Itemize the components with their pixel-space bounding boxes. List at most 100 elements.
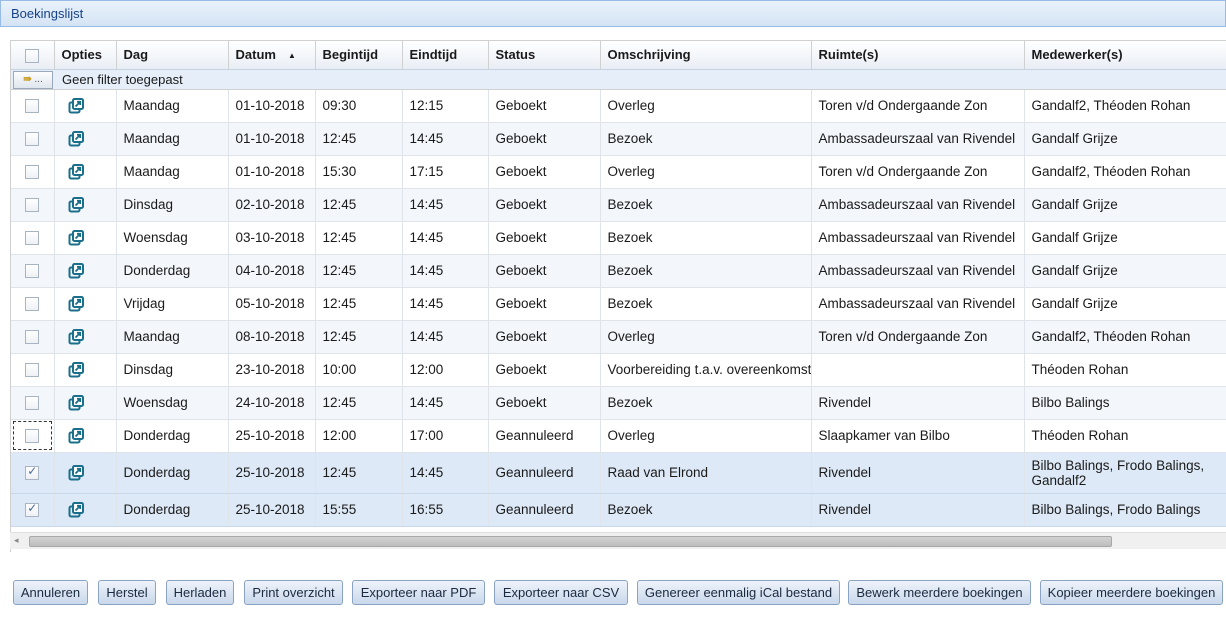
row-select-cell[interactable] [11, 221, 55, 255]
restore-button[interactable]: Herstel [98, 580, 156, 605]
row-select-cell[interactable] [11, 386, 55, 420]
bookings-grid[interactable]: Opties Dag Datum ▲ Begintijd Eindtijd Sta… [10, 40, 1226, 552]
status-cell: Geboekt [488, 320, 601, 354]
row-checkbox[interactable] [25, 99, 40, 114]
open-external-icon[interactable] [68, 163, 84, 180]
column-header-date[interactable]: Datum ▲ [228, 41, 316, 70]
open-external-icon[interactable] [68, 130, 84, 147]
table-row[interactable]: Maandag 01-10-2018 15:30 17:15 Geboekt Overle… [11, 155, 1226, 189]
rooms-cell: Rivendel [811, 452, 1025, 494]
open-external-icon[interactable] [68, 196, 84, 213]
start-time-cell: 12:45 [315, 452, 403, 494]
row-checkbox[interactable] [25, 264, 40, 279]
employees-cell: Gandalf2, Théoden Rohan [1024, 320, 1226, 354]
print-overview-button[interactable]: Print overzicht [244, 580, 343, 605]
copy-multiple-button[interactable]: Kopieer meerdere boekingen [1040, 580, 1223, 605]
row-select-cell[interactable] [11, 254, 55, 288]
row-select-cell[interactable] [11, 452, 55, 494]
generate-ical-button[interactable]: Genereer eenmalig iCal bestand [637, 580, 840, 605]
horizontal-scrollbar[interactable]: ◂ [10, 532, 1226, 549]
row-checkbox[interactable] [25, 429, 40, 444]
open-external-icon[interactable] [68, 501, 84, 518]
column-header-start[interactable]: Begintijd [315, 41, 403, 70]
row-checkbox[interactable] [25, 363, 40, 378]
row-checkbox[interactable] [25, 132, 40, 147]
column-header-end[interactable]: Eindtijd [402, 41, 489, 70]
select-all-header[interactable] [11, 41, 55, 70]
row-checkbox[interactable] [25, 231, 40, 246]
open-external-icon[interactable] [68, 262, 84, 279]
description-cell: Overleg [600, 419, 812, 453]
start-time-cell: 12:45 [315, 188, 403, 222]
start-time-cell: 09:30 [315, 89, 403, 123]
table-row[interactable]: Woensdag 24-10-2018 12:45 14:45 Geboekt Bezoe… [11, 386, 1226, 420]
table-row[interactable]: Woensdag 03-10-2018 12:45 14:45 Geboekt Bezoe… [11, 221, 1226, 255]
open-external-icon[interactable] [68, 427, 84, 444]
open-external-icon[interactable] [68, 229, 84, 246]
open-external-icon[interactable] [68, 97, 84, 114]
row-checkbox[interactable] [25, 396, 40, 411]
start-time-cell: 12:45 [315, 221, 403, 255]
column-header-day[interactable]: Dag [116, 41, 229, 70]
table-row[interactable]: Donderdag25-10-201815:5516:55Geannuleerd… [11, 493, 1226, 527]
row-select-cell[interactable] [11, 419, 55, 453]
open-external-icon[interactable] [68, 361, 84, 378]
reload-button[interactable]: Herladen [166, 580, 234, 605]
table-row[interactable]: Donderdag 25-10-2018 12:00 17:00 Geannuleerd… [11, 419, 1226, 453]
table-row[interactable]: Maandag 08-10-2018 12:45 14:45 Geboekt Overle… [11, 320, 1226, 354]
export-pdf-button[interactable]: Exporteer naar PDF [352, 580, 485, 605]
table-row[interactable]: Dinsdag 02-10-2018 12:45 14:45 Geboekt Bezoek… [11, 188, 1226, 222]
description-cell: Bezoek [600, 386, 812, 420]
options-cell [54, 287, 117, 321]
filter-button[interactable]: ⇛ ... [13, 70, 53, 89]
open-external-icon[interactable] [68, 394, 84, 411]
scrollbar-thumb[interactable] [29, 536, 1112, 547]
status-cell: Geboekt [488, 89, 601, 123]
column-header-options[interactable]: Opties [54, 41, 117, 70]
options-cell [54, 419, 117, 453]
options-cell [54, 122, 117, 156]
row-select-cell[interactable] [11, 493, 55, 527]
row-checkbox[interactable] [25, 297, 40, 312]
status-cell: Geboekt [488, 386, 601, 420]
table-row[interactable]: Donderdag25-10-201812:4514:45Geannuleerd… [11, 452, 1226, 494]
scroll-left-icon[interactable]: ◂ [14, 535, 19, 546]
row-checkbox[interactable] [25, 464, 40, 481]
open-external-icon[interactable] [68, 295, 84, 312]
row-select-cell[interactable] [11, 188, 55, 222]
row-select-cell[interactable] [11, 155, 55, 189]
status-cell: Geboekt [488, 188, 601, 222]
row-select-cell[interactable] [11, 89, 55, 123]
export-csv-button[interactable]: Exporteer naar CSV [494, 580, 628, 605]
row-checkbox[interactable] [25, 165, 40, 180]
open-external-icon[interactable] [68, 328, 84, 345]
cancel-button[interactable]: Annuleren [13, 580, 88, 605]
row-select-cell[interactable] [11, 287, 55, 321]
open-external-icon[interactable] [68, 464, 84, 481]
row-select-cell[interactable] [11, 320, 55, 354]
column-header-status[interactable]: Status [488, 41, 601, 70]
table-row[interactable]: Maandag 01-10-2018 12:45 14:45 Geboekt Bezoek… [11, 122, 1226, 156]
row-checkbox[interactable] [25, 198, 40, 213]
column-header-description[interactable]: Omschrijving [600, 41, 812, 70]
date-cell: 01-10-2018 [228, 89, 316, 123]
row-checkbox[interactable] [25, 330, 40, 345]
description-cell: Overleg [600, 89, 812, 123]
filter-icon: ⇛ [23, 73, 32, 85]
status-cell: Geboekt [488, 122, 601, 156]
row-select-cell[interactable] [11, 122, 55, 156]
table-row[interactable]: Donderdag 04-10-2018 12:45 14:45 Geboekt Bezo… [11, 254, 1226, 288]
row-select-cell[interactable] [11, 353, 55, 387]
day-cell: Donderdag [116, 493, 229, 527]
end-time-cell: 16:55 [402, 493, 489, 527]
table-row[interactable]: Vrijdag 05-10-2018 12:45 14:45 Geboekt Bezoek… [11, 287, 1226, 321]
table-row[interactable]: Maandag 01-10-2018 09:30 12:15 Geboekt Overle… [11, 89, 1226, 123]
table-row[interactable]: Dinsdag 23-10-2018 10:00 12:00 Geboekt Voorbe… [11, 353, 1226, 387]
column-header-rooms[interactable]: Ruimte(s) [811, 41, 1025, 70]
filter-button-label: ... [34, 73, 43, 85]
row-checkbox[interactable] [25, 501, 40, 518]
edit-multiple-button[interactable]: Bewerk meerdere boekingen [848, 580, 1031, 605]
select-all-checkbox[interactable] [25, 48, 40, 63]
column-header-employees[interactable]: Medewerker(s) [1024, 41, 1226, 70]
options-cell [54, 254, 117, 288]
